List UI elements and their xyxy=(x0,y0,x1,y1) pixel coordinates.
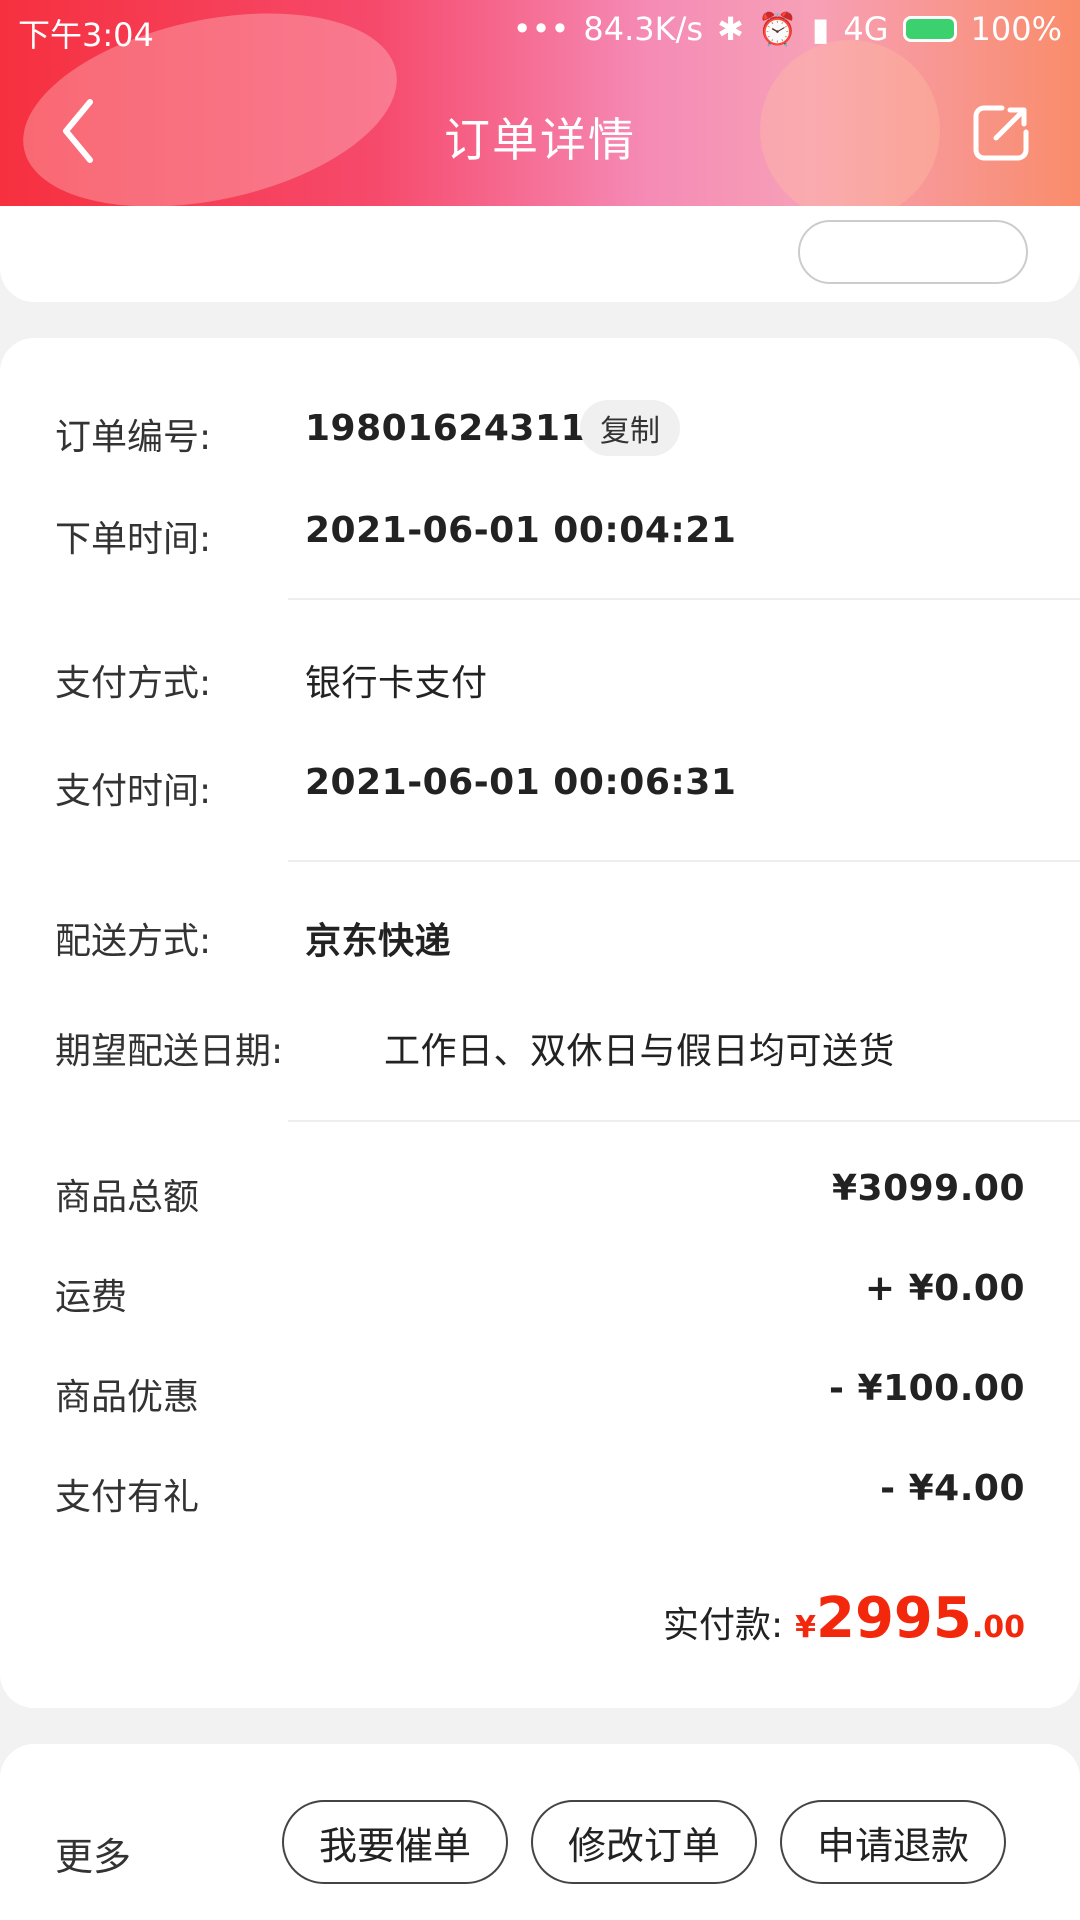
order-time-label: 下单时间: xyxy=(55,519,212,560)
amount-label: 商品优惠 xyxy=(55,1377,200,1418)
amount-label: 运费 xyxy=(55,1277,128,1318)
header: 下午3:04 ••• 84.3K/s ✱ ⏰ ▮ 4G 100% 订单详情 xyxy=(0,0,1080,206)
amount-label: 支付有礼 xyxy=(55,1477,200,1518)
divider xyxy=(288,860,1080,862)
status-icons: ••• 84.3K/s ✱ ⏰ ▮ 4G 100% xyxy=(513,10,1062,48)
delivery-method-label: 配送方式: xyxy=(55,921,212,962)
network-type: 4G xyxy=(843,10,889,48)
amount-value: - ¥100.00 xyxy=(829,1368,1025,1409)
modify-order-button[interactable]: 修改订单 xyxy=(531,1800,757,1884)
total-currency: ¥ xyxy=(795,1610,816,1645)
order-time-value: 2021-06-01 00:04:21 xyxy=(305,510,737,551)
total-decimal: .00 xyxy=(971,1610,1025,1645)
battery-icon xyxy=(902,16,957,42)
copy-button[interactable]: 复制 xyxy=(580,400,680,456)
total-integer: 2995 xyxy=(815,1586,972,1651)
alarm-icon: ⏰ xyxy=(757,10,798,48)
divider xyxy=(288,1120,1080,1122)
status-time: 下午3:04 xyxy=(18,16,154,54)
status-bar: 下午3:04 ••• 84.3K/s ✱ ⏰ ▮ 4G 100% xyxy=(0,0,1080,62)
delivery-date-value: 工作日、双休日与假日均可送货 xyxy=(384,1031,896,1072)
amount-value: ¥3099.00 xyxy=(831,1168,1025,1209)
payment-time-value: 2021-06-01 00:06:31 xyxy=(305,762,737,803)
delivery-method-value: 京东快递 xyxy=(305,921,452,962)
payment-method-label: 支付方式: xyxy=(55,663,212,704)
bluetooth-icon: ✱ xyxy=(717,10,744,48)
page-title: 订单详情 xyxy=(444,113,636,167)
total-paid: 实付款: ¥ 2995 .00 xyxy=(663,1586,1025,1651)
more-button[interactable]: 更多 xyxy=(55,1826,131,1881)
battery-level: 100% xyxy=(970,10,1062,48)
signal-icon: ▮ xyxy=(811,10,830,48)
amount-value: + ¥0.00 xyxy=(864,1268,1025,1309)
total-label: 实付款: xyxy=(662,1605,784,1646)
network-speed: 84.3K/s xyxy=(583,10,704,48)
more-dots-icon: ••• xyxy=(512,10,570,48)
order-number-label: 订单编号: xyxy=(55,417,212,458)
partial-button[interactable] xyxy=(798,220,1028,284)
payment-time-label: 支付时间: xyxy=(55,771,212,812)
amount-label: 商品总额 xyxy=(55,1177,200,1218)
amount-value: - ¥4.00 xyxy=(880,1468,1025,1509)
order-info-card: 订单编号: 198016243112 复制 下单时间: 2021-06-01 0… xyxy=(0,338,1080,1708)
delivery-date-label: 期望配送日期: xyxy=(55,1031,284,1072)
order-number-value: 198016243112 xyxy=(305,408,612,449)
payment-method-value: 银行卡支付 xyxy=(305,663,488,704)
bottom-action-bar: 更多 我要催单 修改订单 申请退款 xyxy=(0,1744,1080,1920)
share-icon[interactable] xyxy=(972,104,1030,162)
urge-order-button[interactable]: 我要催单 xyxy=(282,1800,508,1884)
request-refund-button[interactable]: 申请退款 xyxy=(780,1800,1006,1884)
divider xyxy=(288,598,1080,600)
